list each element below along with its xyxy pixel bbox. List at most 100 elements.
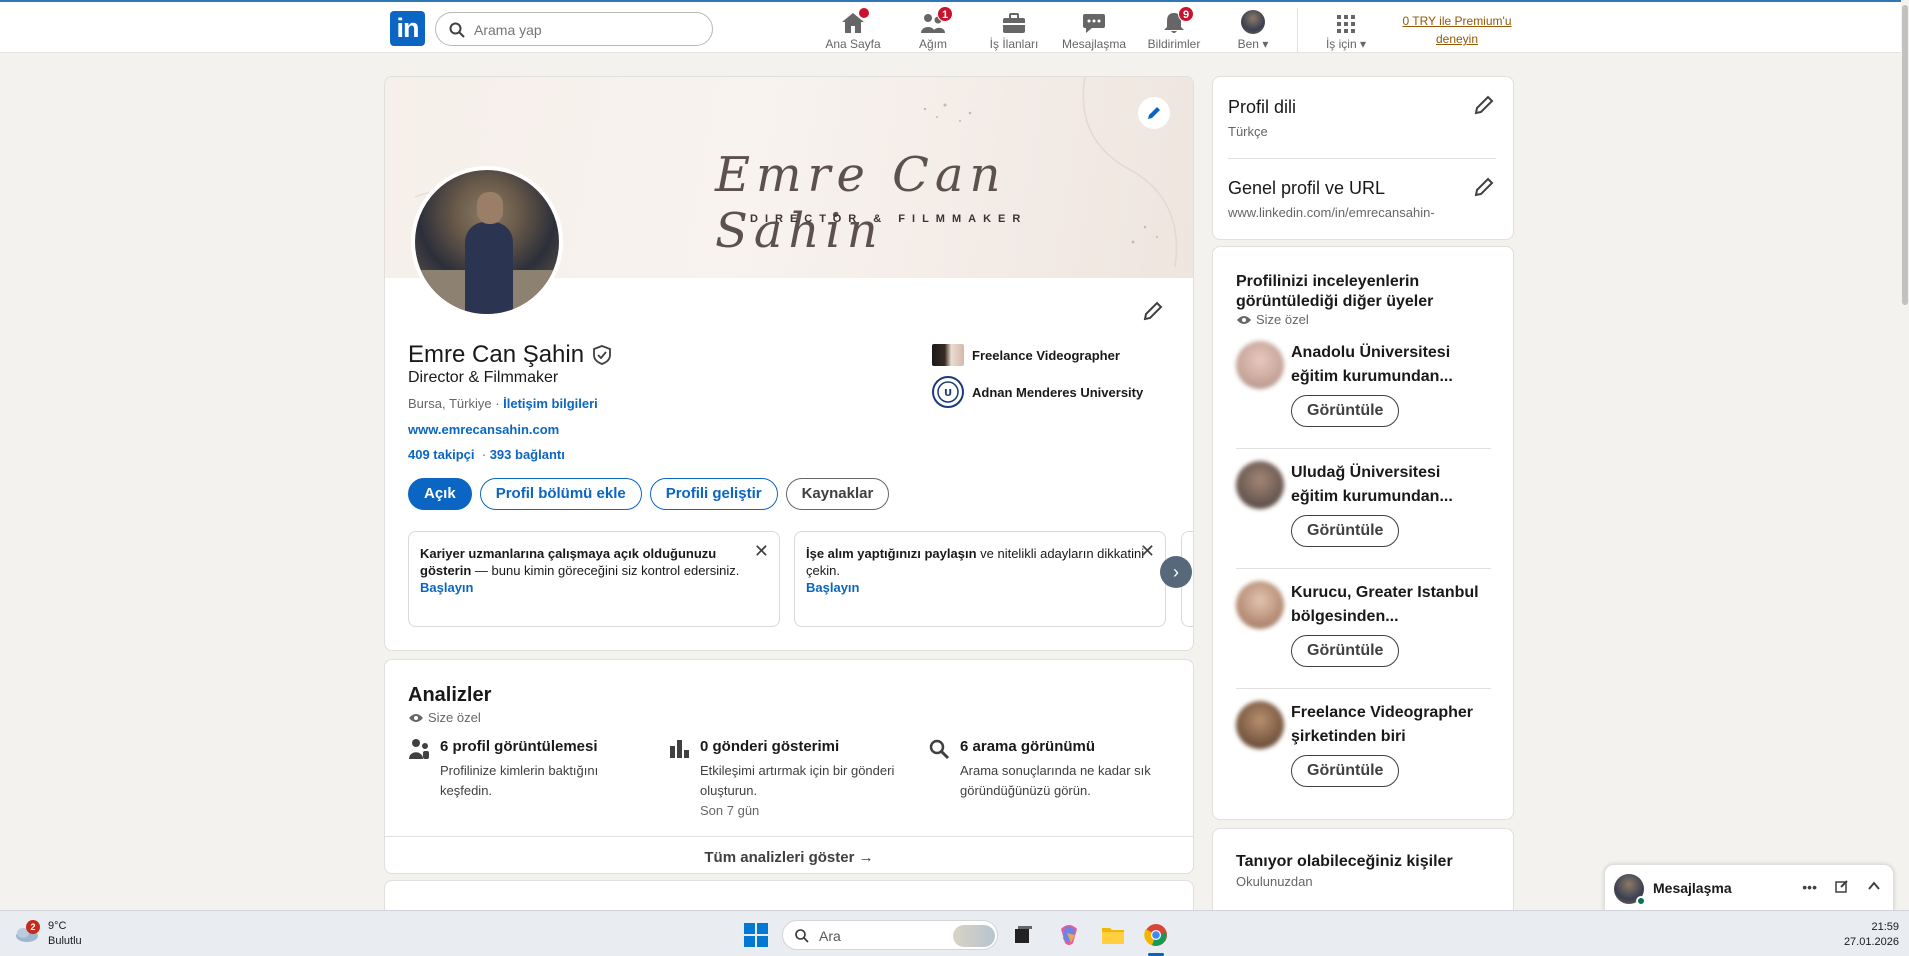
divider xyxy=(1236,448,1491,449)
chevron-right-icon: › xyxy=(1173,562,1179,582)
nav-home-label: Ana Sayfa xyxy=(825,37,881,51)
profile-viewers-card: Profilinizi inceleyenlerin görüntülediği… xyxy=(1212,246,1514,820)
search-input[interactable] xyxy=(474,19,694,41)
nav-me-label: Ben xyxy=(1237,37,1259,51)
weather-condition: Bulutlu xyxy=(48,935,82,947)
search-highlight-image xyxy=(953,925,995,947)
view-button[interactable]: Görüntüle xyxy=(1291,635,1400,667)
nav-network-label: Ağım xyxy=(918,37,947,51)
network-badge: 1 xyxy=(937,6,954,22)
promo-text: İşe alım yaptığınızı paylaşın ve nitelik… xyxy=(806,546,1145,578)
copilot-button[interactable] xyxy=(1054,920,1084,950)
nav-notifications[interactable]: 9 Bildirimler xyxy=(1142,6,1206,52)
avatar xyxy=(1236,341,1284,389)
more-options-icon[interactable]: ••• xyxy=(1802,879,1817,895)
chrome-button[interactable] xyxy=(1141,920,1171,950)
chevron-up-icon[interactable] xyxy=(1867,879,1881,893)
weather-widget[interactable]: 2 9°C Bulutlu xyxy=(14,919,82,949)
file-explorer-button[interactable] xyxy=(1098,920,1128,950)
private-indicator: Size özel xyxy=(408,710,481,725)
education-item[interactable]: U Adnan Menderes University xyxy=(932,376,1143,408)
edit-intro-button[interactable] xyxy=(1137,295,1169,327)
resources-button[interactable]: Kaynaklar xyxy=(785,478,890,510)
messaging-actions: ••• xyxy=(1802,879,1881,895)
verified-shield-icon[interactable] xyxy=(592,345,612,365)
edit-url-button[interactable] xyxy=(1468,171,1500,203)
edit-language-button[interactable] xyxy=(1468,89,1500,121)
people-subtitle: Okulunuzdan xyxy=(1236,874,1313,889)
linkedin-logo[interactable]: in xyxy=(390,11,425,46)
nav-messaging[interactable]: Mesajlaşma xyxy=(1060,8,1128,52)
profile-photo[interactable] xyxy=(411,166,563,318)
pencil-icon xyxy=(1148,107,1160,119)
add-profile-section-button[interactable]: Profil bölümü ekle xyxy=(479,478,642,510)
private-indicator: Size özel xyxy=(1236,312,1309,327)
viewers-title: Profilinizi inceleyenlerin görüntülediği… xyxy=(1236,273,1434,310)
get-started-link[interactable]: Başlayın xyxy=(420,579,768,596)
carousel-next-button[interactable]: › xyxy=(1160,556,1192,588)
task-view-button[interactable] xyxy=(1007,920,1037,950)
system-clock[interactable]: 21:59 27.01.2026 xyxy=(1844,920,1899,950)
avatar xyxy=(1236,701,1284,749)
view-button[interactable]: Görüntüle xyxy=(1291,395,1400,427)
get-started-link[interactable]: Başlayın xyxy=(806,579,1154,596)
view-button[interactable]: Görüntüle xyxy=(1291,515,1400,547)
nav-network[interactable]: 1 Ağım xyxy=(905,6,961,52)
taskbar-search[interactable]: Ara xyxy=(782,920,998,950)
nav-business-label: İş için xyxy=(1325,37,1357,51)
profile-name-row: Emre Can Şahin xyxy=(408,341,612,369)
edit-banner-button[interactable] xyxy=(1138,97,1170,129)
stat-description: Etkileşimi artırmak için bir gönderi olu… xyxy=(700,763,895,818)
chrome-icon xyxy=(1144,924,1167,946)
compose-icon[interactable] xyxy=(1835,879,1849,893)
connections-link[interactable]: 393 bağlantı xyxy=(490,447,565,462)
company-logo xyxy=(932,344,964,366)
hiring-card: İşe alım yaptığınızı paylaşın ve nitelik… xyxy=(794,531,1166,627)
close-icon[interactable]: ✕ xyxy=(1140,542,1155,560)
close-icon[interactable]: ✕ xyxy=(754,542,769,560)
followers-link[interactable]: 409 takipçi xyxy=(408,447,475,462)
university-logo: U xyxy=(932,376,964,408)
experience-item[interactable]: Freelance Videographer xyxy=(932,344,1120,366)
open-to-button[interactable]: Açık xyxy=(408,478,472,510)
enhance-profile-button[interactable]: Profili geliştir xyxy=(649,478,778,510)
separator: · xyxy=(478,447,487,462)
banner-name-text: Emre Can Sahin xyxy=(715,147,1007,259)
briefcase-icon xyxy=(1003,13,1025,33)
scrollbar-thumb[interactable] xyxy=(1902,5,1908,305)
nav-me[interactable]: Ben ▾ xyxy=(1228,8,1278,52)
analytics-title: Analizler xyxy=(408,684,492,706)
premium-line-1: 0 TRY ile Premium'u xyxy=(1402,14,1512,28)
analytics-card: Analizler Size özel 6 profil görüntüleme… xyxy=(384,659,1194,874)
nav-jobs-label: İş İlanları xyxy=(989,37,1039,51)
premium-trial-link[interactable]: 0 TRY ile Premium'u deneyin xyxy=(1397,12,1517,48)
eye-icon xyxy=(1237,315,1251,324)
profile-language-value: Türkçe xyxy=(1228,124,1268,139)
nav-business[interactable]: İş için ▾ xyxy=(1318,8,1374,52)
show-all-analytics-link[interactable]: Tüm analizleri göster → xyxy=(385,836,1193,873)
messaging-overlay[interactable]: Mesajlaşma ••• xyxy=(1604,864,1894,912)
divider xyxy=(1236,568,1491,569)
search-icon xyxy=(449,22,465,38)
search-box[interactable] xyxy=(435,12,713,46)
public-profile-title: Genel profil ve URL xyxy=(1228,178,1386,198)
profile-settings-card: Profil dili Türkçe Genel profil ve URL w… xyxy=(1212,76,1514,240)
view-button[interactable]: Görüntüle xyxy=(1291,755,1400,787)
nav-jobs[interactable]: İş İlanları xyxy=(982,8,1046,52)
profile-website-link[interactable]: www.emrecansahin.com xyxy=(408,422,559,437)
people-title: Tanıyor olabileceğiniz kişiler xyxy=(1236,853,1453,870)
start-button[interactable] xyxy=(744,923,768,952)
stat-description: Arama sonuçlarında ne kadar sık göründüğ… xyxy=(960,763,1151,798)
contact-info-link[interactable]: İletişim bilgileri xyxy=(503,396,598,411)
nav-home[interactable]: Ana Sayfa xyxy=(825,7,881,52)
viewer-name[interactable]: Anadolu Üniversitesi eğitim kurumundan..… xyxy=(1291,341,1491,389)
caret-down-icon: ▾ xyxy=(1262,37,1269,51)
public-profile-url: www.linkedin.com/in/emrecansahin- xyxy=(1228,205,1435,220)
caret-down-icon: ▾ xyxy=(1360,37,1367,51)
viewer-name[interactable]: Kurucu, Greater Istanbul bölgesinden... xyxy=(1291,581,1491,629)
avatar xyxy=(1236,581,1284,629)
search-icon xyxy=(795,929,809,943)
viewer-name[interactable]: Freelance Videographer şirketinden biri xyxy=(1291,701,1491,749)
viewer-name[interactable]: Uludağ Üniversitesi eğitim kurumundan... xyxy=(1291,461,1491,509)
pencil-icon xyxy=(1474,177,1494,197)
